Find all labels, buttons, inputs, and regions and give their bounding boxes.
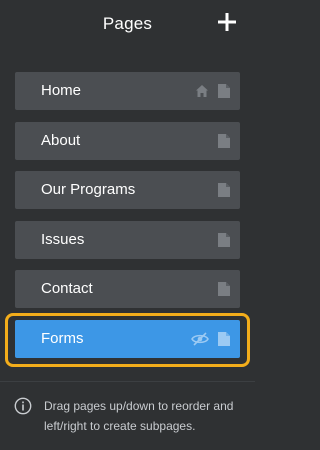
pages-panel: Pages Home About Our Programs Issues Con… [0, 0, 255, 450]
hint-text: Drag pages up/down to reorder and left/r… [44, 399, 234, 433]
page-item-label: Contact [41, 280, 93, 297]
page-icon[interactable] [218, 331, 230, 346]
page-icon[interactable] [218, 183, 230, 197]
home-icon[interactable] [195, 84, 209, 98]
page-item-label: Issues [41, 230, 85, 248]
add-page-button[interactable] [215, 10, 239, 34]
panel-header: Pages [0, 0, 255, 52]
page-item-our-programs[interactable]: Our Programs [15, 171, 240, 209]
page-item-about[interactable]: About [15, 121, 240, 160]
plus-icon [218, 13, 236, 31]
page-item-home[interactable]: Home [15, 72, 240, 110]
page-item-contact[interactable]: Contact [15, 270, 240, 308]
page-icon[interactable] [218, 282, 230, 296]
page-item-forms[interactable]: Forms [5, 312, 250, 367]
page-item-label: About [41, 131, 81, 149]
page-icon[interactable] [218, 232, 230, 247]
page-item-label: Home [41, 82, 82, 99]
info-icon [14, 397, 32, 420]
page-icon[interactable] [218, 133, 230, 148]
page-item-issues[interactable]: Issues [15, 220, 240, 259]
page-item-label: Our Programs [41, 181, 136, 198]
page-list: Home About Our Programs Issues Contact F… [5, 72, 250, 369]
hidden-eye-icon[interactable] [191, 331, 209, 346]
page-icon[interactable] [218, 84, 230, 98]
divider [0, 381, 255, 382]
page-item-label: Forms [41, 329, 84, 347]
